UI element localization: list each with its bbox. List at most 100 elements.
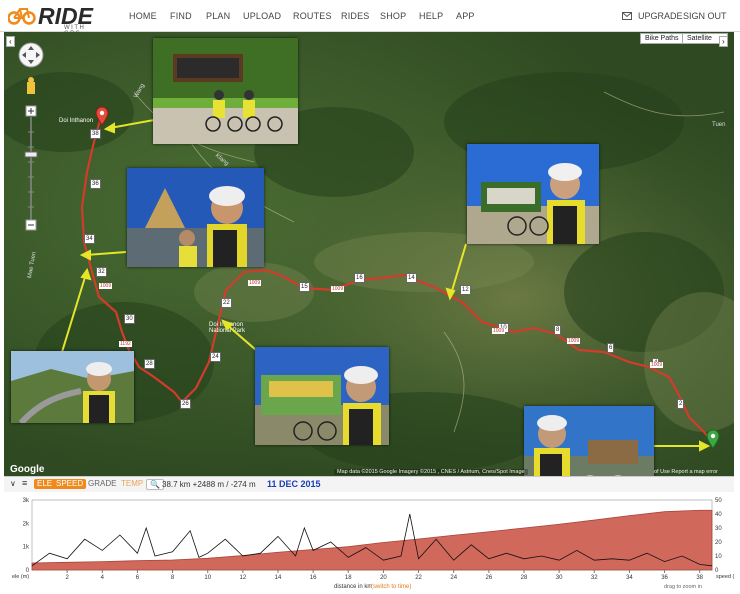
y-right-axis-label: speed (kph)	[716, 574, 734, 580]
road-shield: 1009	[248, 280, 262, 286]
nav-sign-out[interactable]: SIGN OUT	[683, 11, 727, 21]
road-shield: 1009	[99, 283, 113, 289]
km-marker: 12	[460, 285, 471, 295]
switch-to-time-link[interactable]: (switch to time)	[371, 584, 411, 590]
bike-paths-toggle[interactable]: Bike Paths	[640, 33, 684, 44]
y-left-tick-label: 2k	[23, 521, 30, 527]
nav-help[interactable]: HELP	[419, 11, 443, 21]
ele-toggle[interactable]: ELE	[34, 479, 56, 489]
ride-photo[interactable]	[255, 347, 389, 445]
menu-icon[interactable]: ≡	[22, 478, 27, 488]
end-pin-icon[interactable]	[706, 429, 720, 449]
brand-name: RIDE	[38, 3, 93, 29]
road-shield: 1009	[650, 362, 664, 368]
y-right-tick-label: 50	[715, 498, 722, 504]
top-navigation-bar: RIDE WITH GPS HOME FIND PLAN UPLOAD ROUT…	[0, 0, 740, 37]
y-right-tick-label: 20	[715, 540, 722, 546]
km-marker: 28	[144, 359, 155, 369]
y-right-tick-label: 10	[715, 554, 722, 560]
start-pin-icon[interactable]	[95, 106, 109, 126]
x-tick-label: 30	[556, 575, 563, 581]
elevation-toolbar: ∨ ≡ ELE SPEED GRADE TEMP 🔍 38.7 km +2488…	[4, 476, 734, 493]
map-type-value: Satellite	[687, 35, 712, 42]
mail-icon[interactable]	[622, 12, 632, 20]
x-tick-label: 8	[171, 575, 175, 581]
x-tick-label: 38	[696, 575, 703, 581]
x-tick-label: 16	[310, 575, 317, 581]
km-marker: 32	[96, 267, 107, 277]
place-label: Doi Inthanon National Park	[209, 322, 246, 334]
nav-upload[interactable]: UPLOAD	[243, 11, 281, 21]
road-shield: 1009	[567, 338, 581, 344]
map-collapse-icon[interactable]: ‹	[6, 36, 15, 47]
nav-upgrade[interactable]: UPGRADE	[638, 11, 683, 21]
ride-photo[interactable]	[127, 168, 264, 267]
elevation-speed-chart[interactable]: 3k2k1k0504030201002 4 6 8 10 12 14 16 18 20 22 24 26…	[4, 492, 734, 592]
x-tick-label: 20	[380, 575, 387, 581]
ride-stats: 38.7 km +2488 m / -274 m	[162, 480, 256, 489]
temp-toggle[interactable]: TEMP	[118, 479, 146, 489]
x-tick-label: 28	[521, 575, 528, 581]
x-tick-label: 12	[240, 575, 247, 581]
x-tick-label: 32	[591, 575, 598, 581]
bicycle-logo-icon	[8, 8, 36, 25]
road-shield: 1009	[331, 286, 345, 292]
y-left-tick-label: 3k	[23, 498, 30, 504]
place-label: Tuen	[712, 122, 726, 128]
x-tick-label: 10	[204, 575, 211, 581]
km-marker: 2	[677, 399, 685, 409]
y-right-tick-label: 30	[715, 526, 722, 532]
x-tick-label: 4	[101, 575, 105, 581]
ride-photo[interactable]	[153, 38, 298, 144]
nav-rides[interactable]: RIDES	[341, 11, 370, 21]
zoom-hint: drag to zoom in	[664, 584, 702, 590]
x-axis-label: distance in km	[334, 584, 372, 590]
google-logo: Google	[10, 464, 45, 475]
nav-shop[interactable]: SHOP	[380, 11, 406, 21]
road-shield: 1009	[492, 328, 506, 334]
nav-routes[interactable]: ROUTES	[293, 11, 332, 21]
y-left-axis-label: ele (m)	[12, 574, 29, 580]
km-marker: 15	[299, 282, 310, 292]
elevation-chart-panel[interactable]: 3k 2k 1k 0 50 40 30 20 10 0 2 4 6 8 10 12 14 16 18 20 22 24 26…	[4, 492, 734, 592]
km-marker: 34	[84, 234, 95, 244]
x-tick-label: 22	[415, 575, 422, 581]
nav-plan[interactable]: PLAN	[206, 11, 230, 21]
place-label: Doi Inthanon	[59, 118, 94, 124]
map-expand-icon[interactable]: ›	[719, 36, 728, 47]
map-terms-link[interactable]: of Use Report a map error	[654, 469, 718, 475]
y-right-tick-label: 40	[715, 512, 722, 518]
nav-home[interactable]: HOME	[129, 11, 157, 21]
road-shield: 1192	[119, 341, 132, 347]
km-marker: 26	[180, 399, 191, 409]
km-marker: 8	[554, 325, 562, 335]
map-zoom-controls	[18, 42, 44, 231]
collapse-chevron-icon[interactable]: ∨	[10, 479, 16, 488]
km-marker: 6	[607, 343, 615, 353]
km-marker: 16	[354, 273, 365, 283]
ride-date: 11 DEC 2015	[267, 479, 321, 489]
x-tick-label: 2	[65, 575, 69, 581]
grade-toggle[interactable]: GRADE	[85, 479, 119, 489]
x-tick-label: 18	[345, 575, 352, 581]
x-tick-label: 36	[661, 575, 668, 581]
x-tick-label: 14	[275, 575, 282, 581]
km-marker: 30	[124, 314, 135, 324]
speed-toggle[interactable]: SPEED	[53, 479, 87, 489]
km-marker: 36	[90, 179, 101, 189]
km-marker: 24	[210, 352, 221, 362]
x-tick-label: 26	[486, 575, 493, 581]
route-map[interactable]: Doi Inthanon Doi Inthanon National Park …	[4, 32, 734, 476]
km-marker: 38	[90, 129, 101, 139]
x-tick-label: 6	[136, 575, 140, 581]
km-marker: 22	[221, 298, 232, 308]
x-tick-label: 24	[450, 575, 457, 581]
ride-photo[interactable]	[524, 406, 654, 476]
km-marker: 14	[406, 273, 417, 283]
nav-app[interactable]: APP	[456, 11, 475, 21]
nav-find[interactable]: FIND	[170, 11, 192, 21]
ride-photo[interactable]	[467, 144, 599, 244]
ride-photo[interactable]	[11, 351, 134, 423]
map-attribution: Map data ©2015 Google Imagery ©2015 , CN…	[334, 469, 528, 475]
x-tick-label: 34	[626, 575, 633, 581]
